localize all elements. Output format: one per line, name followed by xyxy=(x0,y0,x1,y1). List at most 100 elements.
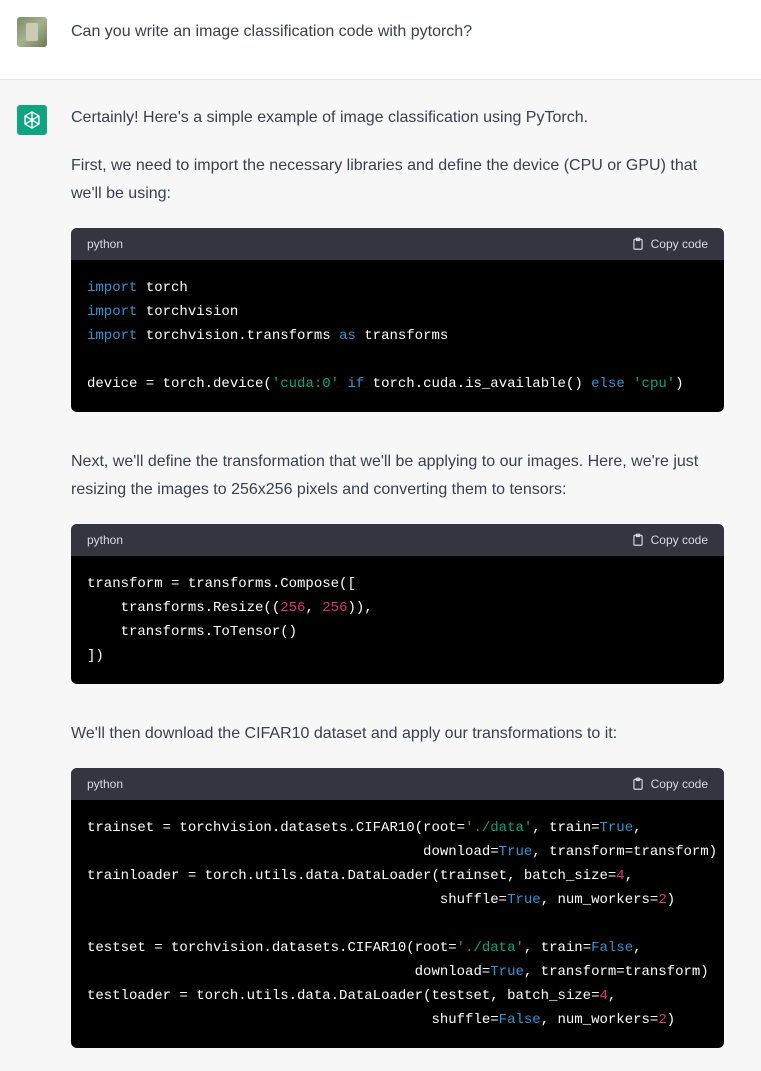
code-line: download=True, transform=transform) xyxy=(87,964,709,980)
code-language-label: python xyxy=(87,533,124,547)
code-token-num: 4 xyxy=(616,868,625,884)
code-line: shuffle=False, num_workers=2) xyxy=(87,1012,675,1028)
code-language-label: python xyxy=(87,777,124,791)
code-token: , train= xyxy=(532,820,600,836)
code-token: )), xyxy=(347,600,373,616)
code-block-header: python Copy code xyxy=(71,768,724,800)
code-token-kw: True xyxy=(599,820,634,836)
code-token-kw: False xyxy=(498,1012,541,1028)
user-message-text: Can you write an image classification co… xyxy=(71,23,473,40)
code-token-kw: True xyxy=(490,964,524,980)
code-content: trainset = torchvision.datasets.CIFAR10(… xyxy=(71,800,724,1048)
copy-code-button[interactable]: Copy code xyxy=(631,777,708,791)
assistant-paragraph-1: First, we need to import the necessary l… xyxy=(71,157,698,202)
code-token-str: 'cuda:0' xyxy=(271,376,340,392)
openai-logo-icon xyxy=(24,111,40,129)
code-token: testset = torchvision.datasets.CIFAR10(r… xyxy=(87,940,457,956)
code-line: trainset = torchvision.datasets.CIFAR10(… xyxy=(87,820,642,836)
code-token: , xyxy=(624,868,634,884)
code-block-header: python Copy code xyxy=(71,228,724,260)
code-token: transform = transforms.Compose([ xyxy=(87,576,356,592)
code-token-kw: if xyxy=(347,376,365,392)
code-token: , num_workers= xyxy=(540,892,659,908)
code-token: shuffle= xyxy=(87,1012,499,1028)
code-token: torchvision.transforms xyxy=(137,328,340,344)
code-block-dataset: python Copy code trainset = torchvision.… xyxy=(71,768,724,1048)
code-token: , xyxy=(607,988,617,1004)
code-token: transforms.ToTensor() xyxy=(87,624,298,640)
clipboard-icon xyxy=(632,237,643,250)
code-line: transforms.ToTensor() xyxy=(87,624,297,640)
assistant-avatar xyxy=(17,105,47,135)
code-token-str: './data' xyxy=(465,820,533,836)
code-line: import torchvision.transforms as transfo… xyxy=(87,328,448,344)
code-token: testloader = torch.utils.data.DataLoader… xyxy=(87,988,600,1004)
copy-code-button[interactable]: Copy code xyxy=(631,533,708,547)
code-line: download=True, transform=transform) xyxy=(87,844,717,860)
code-token: torchvision xyxy=(137,304,239,320)
assistant-paragraph-3: We'll then download the CIFAR10 dataset … xyxy=(71,725,618,742)
code-line: transforms.Resize((256, 256)), xyxy=(87,600,373,616)
code-line: transform = transforms.Compose([ xyxy=(87,576,356,592)
code-line: device = torch.device('cuda:0' if torch.… xyxy=(87,376,684,392)
code-block-header: python Copy code xyxy=(71,524,724,556)
assistant-message-row: Certainly! Here's a simple example of im… xyxy=(0,80,761,1071)
code-token-kw: import xyxy=(87,280,138,296)
code-line: testloader = torch.utils.data.DataLoader… xyxy=(87,988,616,1004)
code-language-label: python xyxy=(87,237,124,251)
code-token: , xyxy=(633,820,642,836)
code-line: testset = torchvision.datasets.CIFAR10(r… xyxy=(87,940,642,956)
assistant-intro: Certainly! Here's a simple example of im… xyxy=(71,109,589,126)
code-line: import torchvision xyxy=(87,304,238,320)
code-line: ]) xyxy=(87,648,104,664)
code-token: transforms.Resize(( xyxy=(87,600,281,616)
code-token: download= xyxy=(87,964,491,980)
copy-code-label: Copy code xyxy=(650,533,708,547)
code-token: ) xyxy=(675,376,684,392)
clipboard-icon xyxy=(632,777,643,790)
code-token-num: 2 xyxy=(658,892,667,908)
code-token: torch xyxy=(137,280,188,296)
code-token-kw: else xyxy=(591,376,625,392)
copy-code-button[interactable]: Copy code xyxy=(631,237,708,251)
user-avatar xyxy=(17,17,47,47)
code-line: shuffle=True, num_workers=2) xyxy=(87,892,675,908)
code-token-kw: as xyxy=(339,328,356,344)
code-token: download= xyxy=(87,844,499,860)
code-token: transforms xyxy=(355,328,449,344)
code-token-str: './data' xyxy=(456,940,524,956)
code-token: ) xyxy=(666,1012,676,1028)
code-token: , train= xyxy=(523,940,592,956)
code-token-kw: True xyxy=(498,844,533,860)
assistant-paragraph-2: Next, we'll define the transformation th… xyxy=(71,453,699,498)
clipboard-icon xyxy=(632,533,643,546)
code-token-kw: import xyxy=(87,304,138,320)
code-token-num: 2 xyxy=(658,1012,667,1028)
code-token: , transform=transform) xyxy=(523,964,709,980)
copy-code-label: Copy code xyxy=(650,237,708,251)
code-token: torch.cuda.is_available() xyxy=(364,376,592,392)
code-token: , num_workers= xyxy=(540,1012,659,1028)
code-token: shuffle= xyxy=(87,892,508,908)
code-block-transform: python Copy code transform = transforms.… xyxy=(71,524,724,684)
code-token-kw: import xyxy=(87,328,138,344)
code-token: , xyxy=(633,940,642,956)
code-token-str: 'cpu' xyxy=(633,376,676,392)
code-token: device = torch.device( xyxy=(87,376,272,392)
code-content: import torch import torchvision import t… xyxy=(71,260,724,412)
copy-code-label: Copy code xyxy=(650,777,708,791)
code-token: trainset = torchvision.datasets.CIFAR10(… xyxy=(87,820,466,836)
code-line: trainloader = torch.utils.data.DataLoade… xyxy=(87,868,633,884)
code-token-num: 256 xyxy=(322,600,348,616)
code-token: , transform=transform) xyxy=(532,844,718,860)
user-message-row: Can you write an image classification co… xyxy=(0,0,761,80)
code-token: trainloader = torch.utils.data.DataLoade… xyxy=(87,868,617,884)
code-token: ]) xyxy=(87,648,104,664)
code-token-kw: False xyxy=(591,940,634,956)
code-token: , xyxy=(305,600,323,616)
code-line: import torch xyxy=(87,280,188,296)
code-token-num: 256 xyxy=(280,600,306,616)
code-token: ) xyxy=(666,892,676,908)
code-token-num: 4 xyxy=(599,988,608,1004)
